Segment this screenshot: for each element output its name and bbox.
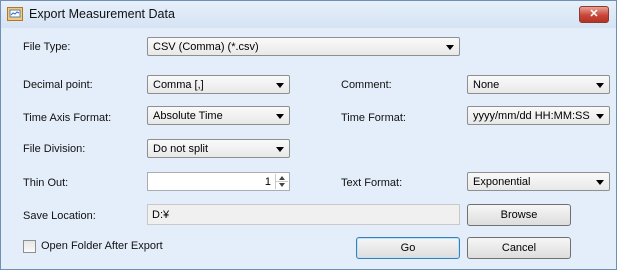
file-type-value: CSV (Comma) (*.csv) [153, 41, 259, 53]
chevron-down-icon [596, 114, 604, 119]
comment-value: None [473, 79, 500, 91]
comment-select[interactable]: None [467, 75, 610, 94]
text-format-label: Text Format: [341, 177, 403, 189]
browse-label: Browse [500, 209, 538, 221]
thin-out-value: 1 [264, 176, 271, 188]
spin-down-icon[interactable] [279, 183, 285, 187]
decimal-point-select[interactable]: Comma [,] [147, 75, 290, 94]
cancel-label: Cancel [501, 242, 537, 254]
chevron-down-icon [596, 83, 604, 88]
title-bar[interactable]: Export Measurement Data ✕ [1, 1, 616, 28]
chevron-down-icon [276, 83, 284, 88]
browse-button[interactable]: Browse [467, 204, 571, 226]
spin-buttons[interactable] [275, 174, 288, 189]
time-axis-format-value: Absolute Time [153, 110, 223, 122]
chevron-down-icon [276, 147, 284, 152]
go-label: Go [400, 242, 416, 254]
thin-out-stepper[interactable]: 1 [147, 172, 290, 191]
window-title: Export Measurement Data [29, 7, 175, 21]
spin-up-icon[interactable] [279, 176, 285, 180]
file-type-select[interactable]: CSV (Comma) (*.csv) [147, 37, 460, 56]
text-format-select[interactable]: Exponential [467, 172, 610, 191]
file-division-label: File Division: [23, 143, 86, 155]
text-format-value: Exponential [473, 176, 531, 188]
thin-out-label: Thin Out: [23, 177, 69, 189]
cancel-button[interactable]: Cancel [467, 237, 571, 259]
app-icon [7, 7, 23, 21]
time-format-label: Time Format: [341, 112, 406, 124]
file-type-label: File Type: [23, 41, 71, 53]
time-format-select[interactable]: yyyy/mm/dd HH:MM:SS [467, 106, 610, 125]
open-folder-checkbox[interactable] [23, 240, 36, 253]
close-button[interactable]: ✕ [579, 6, 609, 23]
spin-divider [276, 181, 288, 182]
save-location-field: D:¥ [147, 204, 460, 225]
file-division-select[interactable]: Do not split [147, 139, 290, 158]
decimal-point-value: Comma [,] [153, 79, 204, 91]
open-folder-label[interactable]: Open Folder After Export [41, 240, 163, 252]
chevron-down-icon [276, 114, 284, 119]
close-icon: ✕ [589, 8, 599, 20]
comment-label: Comment: [341, 79, 392, 91]
time-axis-format-label: Time Axis Format: [23, 112, 112, 124]
save-location-value: D:¥ [152, 209, 170, 221]
decimal-point-label: Decimal point: [23, 79, 93, 91]
chevron-down-icon [596, 180, 604, 185]
go-button[interactable]: Go [356, 237, 460, 259]
file-division-value: Do not split [153, 143, 209, 155]
save-location-label: Save Location: [23, 210, 96, 222]
time-format-value: yyyy/mm/dd HH:MM:SS [473, 110, 590, 122]
time-axis-format-select[interactable]: Absolute Time [147, 106, 290, 125]
chevron-down-icon [446, 45, 454, 50]
